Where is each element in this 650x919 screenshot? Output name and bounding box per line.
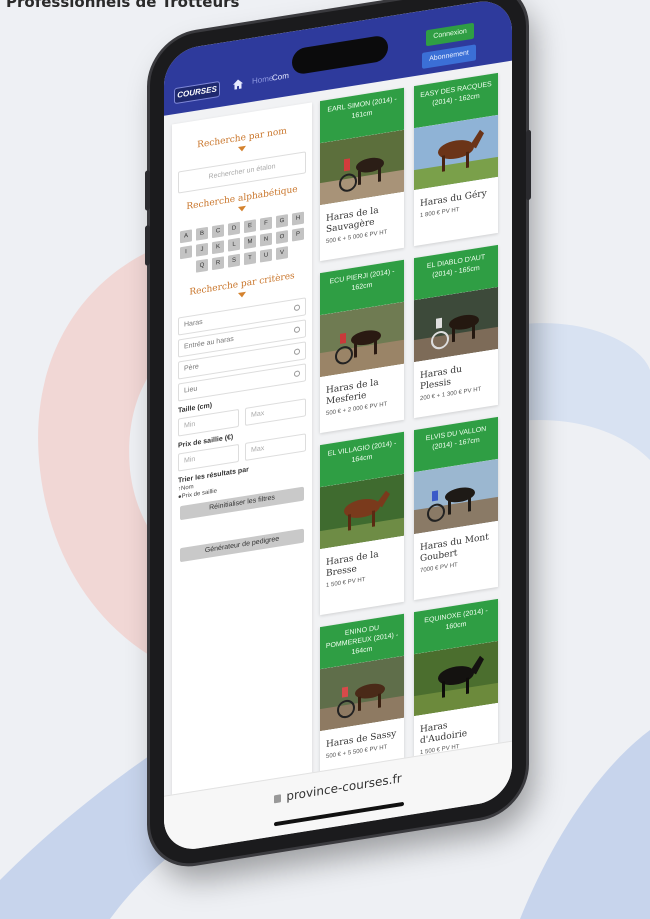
letter-button[interactable]: I xyxy=(180,245,192,260)
letter-button[interactable]: N xyxy=(260,232,272,247)
letter-button[interactable]: P xyxy=(292,227,304,242)
phone-mockup: COURSES Home Com Connexion Abonnement Re… xyxy=(145,0,531,871)
letter-button[interactable]: V xyxy=(276,246,288,261)
letter-button[interactable]: Q xyxy=(196,258,208,273)
select-label: Père xyxy=(184,363,199,373)
select-label: Haras xyxy=(184,318,203,329)
letter-button[interactable]: U xyxy=(260,248,272,263)
letter-button[interactable]: F xyxy=(260,216,272,231)
breadcrumb-current: Com xyxy=(272,71,289,83)
letter-button[interactable]: M xyxy=(244,235,256,250)
letter-button[interactable]: C xyxy=(212,224,224,239)
breadcrumb-home-link[interactable]: Home xyxy=(252,73,273,85)
stallion-card[interactable]: ECU PIERJI (2014) - 162cm Haras de la Me… xyxy=(320,259,404,434)
letter-button[interactable]: B xyxy=(196,226,208,241)
select-arrow-icon xyxy=(294,304,300,312)
caret-down-icon xyxy=(238,205,246,213)
phone-screen: COURSES Home Com Connexion Abonnement Re… xyxy=(164,0,512,854)
horse-photo-image xyxy=(320,473,404,550)
phone-volume-button xyxy=(145,170,150,211)
sulky-race-image xyxy=(320,301,404,378)
letter-button[interactable]: A xyxy=(180,229,192,244)
connect-button[interactable]: Connexion xyxy=(426,22,474,47)
letter-button[interactable]: O xyxy=(276,230,288,245)
home-icon[interactable] xyxy=(232,77,244,91)
sulky-race-image xyxy=(320,655,404,732)
stallion-photo xyxy=(320,301,404,378)
stallion-card[interactable]: ELVIS DU VALLON (2014) - 167cm Haras du … xyxy=(414,416,498,601)
page-headline: Professionnels de Trotteurs xyxy=(6,0,240,11)
filter-sidebar: Recherche par nom Rechercher un étalon R… xyxy=(172,102,312,819)
letter-button[interactable]: D xyxy=(228,221,240,236)
letter-button[interactable]: H xyxy=(292,211,304,226)
sulky-race-image xyxy=(320,129,404,206)
letter-button[interactable]: L xyxy=(228,237,240,252)
stallion-card[interactable]: EARL SIMON (2014) - 161cm Haras de la Sa… xyxy=(320,87,404,262)
stallion-photo xyxy=(320,655,404,732)
phone-volume-button xyxy=(145,225,150,266)
subscribe-button[interactable]: Abonnement xyxy=(422,44,476,69)
url-text: province-courses.fr xyxy=(286,771,402,804)
caret-down-icon xyxy=(238,145,246,153)
letter-button[interactable]: G xyxy=(276,214,288,229)
select-arrow-icon xyxy=(294,370,300,378)
select-arrow-icon xyxy=(294,348,300,356)
stallion-photo xyxy=(320,473,404,550)
sort-option-label: Nom xyxy=(181,484,194,493)
phone-side-button xyxy=(526,129,531,201)
select-label: Entrée au haras xyxy=(184,335,234,351)
letter-button[interactable]: T xyxy=(244,251,256,266)
stallion-card[interactable]: EASY DES RACQUES (2014) - 162cm Haras du… xyxy=(414,72,498,247)
letter-button[interactable]: J xyxy=(196,242,208,257)
select-arrow-icon xyxy=(294,326,300,334)
stallion-card[interactable]: EL VILLAGIO (2014) - 164cm Haras de la B… xyxy=(320,431,404,616)
letter-button[interactable]: K xyxy=(212,240,224,255)
letter-button[interactable]: R xyxy=(212,256,224,271)
stallion-photo xyxy=(320,129,404,206)
lock-icon xyxy=(274,794,282,804)
select-label: Lieu xyxy=(184,385,198,395)
site-logo[interactable]: COURSES xyxy=(174,80,220,105)
letter-button[interactable]: S xyxy=(228,253,240,268)
stallion-card[interactable]: EL DIABLO D'AUT (2014) - 165cm Haras du … xyxy=(414,244,498,419)
letter-button[interactable]: E xyxy=(244,219,256,234)
